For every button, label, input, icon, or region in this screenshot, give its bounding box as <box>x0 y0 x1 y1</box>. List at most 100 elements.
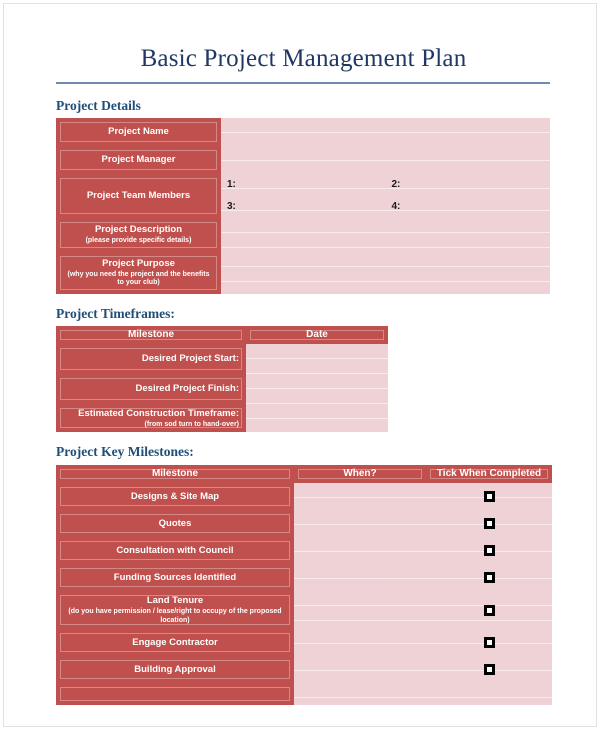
row-label-desired-project-start: Desired Project Start: <box>56 344 246 375</box>
field-input-project-description[interactable] <box>221 217 550 252</box>
field-label-project-team-members: Project Team Members <box>56 173 221 218</box>
ruled-lines <box>294 591 426 630</box>
field-input-team-member-4[interactable]: 4: <box>385 195 550 218</box>
milestone-when-input-funding-sources-identified[interactable] <box>294 564 426 592</box>
milestone-when-input-building-approval[interactable] <box>294 656 426 684</box>
field-label-project-name: Project Name <box>56 117 221 146</box>
milestone-label-hint: (do you have permission / lease/right to… <box>68 607 282 624</box>
title-divider <box>56 81 550 84</box>
ruled-lines <box>294 483 426 511</box>
field-input-team-member-3[interactable]: 3: <box>221 195 386 218</box>
milestone-label-building-approval: Building Approval <box>56 656 294 684</box>
milestone-label-consultation-with-council: Consultation with Council <box>56 537 294 565</box>
checkbox-icon[interactable] <box>426 572 552 584</box>
table-row: Designs & Site Map <box>56 483 552 511</box>
table-row: Project Name <box>56 117 550 146</box>
table-row: Desired Project Start: <box>56 344 388 375</box>
field-label-text: Project Description <box>94 223 183 235</box>
milestone-label-engage-contractor: Engage Contractor <box>56 629 294 657</box>
team-member-number: 3: <box>227 201 236 213</box>
ruled-lines <box>294 683 426 706</box>
milestone-tick-cell-consultation-with-council[interactable] <box>426 537 552 565</box>
field-input-estimated-construction-timeframe-date[interactable] <box>246 404 388 433</box>
checkbox-icon[interactable] <box>426 518 552 530</box>
table-row: Project Manager <box>56 145 550 174</box>
ruled-lines <box>294 629 426 657</box>
milestone-tick-cell-funding-sources-identified[interactable] <box>426 564 552 592</box>
ruled-lines <box>246 404 388 433</box>
milestone-when-input-consultation-with-council[interactable] <box>294 537 426 565</box>
checkbox-icon[interactable] <box>426 604 552 616</box>
row-label-hint: (from sod turn to hand-over) <box>144 420 240 428</box>
milestone-when-input-engage-contractor[interactable] <box>294 629 426 657</box>
team-member-number: 2: <box>391 179 401 191</box>
ruled-lines <box>221 217 550 252</box>
page-title: Basic Project Management Plan <box>140 45 467 72</box>
milestone-tick-cell-quotes[interactable] <box>426 510 552 538</box>
checkbox-icon[interactable] <box>426 664 552 676</box>
field-label-hint: (please provide specific details) <box>85 236 192 244</box>
ruled-lines <box>246 344 388 375</box>
column-header-tick-when-completed: Tick When Completed <box>426 464 552 484</box>
field-label-project-manager: Project Manager <box>56 145 221 174</box>
ruled-lines <box>221 117 550 146</box>
table-row: Funding Sources Identified <box>56 564 552 592</box>
table-header-row: Milestone Date <box>56 325 388 345</box>
project-timeframes-table: Milestone Date Desired Project Start: De… <box>56 325 388 433</box>
section-heading-project-key-milestones: Project Key Milestones: <box>56 444 194 460</box>
row-label-desired-project-finish: Desired Project Finish: <box>56 374 246 405</box>
field-label-project-description: Project Description (please provide spec… <box>56 217 221 252</box>
checkbox-icon[interactable] <box>426 545 552 557</box>
field-label-project-purpose: Project Purpose (why you need the projec… <box>56 251 221 294</box>
milestone-tick-cell-land-tenure[interactable] <box>426 591 552 630</box>
checkbox-icon[interactable] <box>426 491 552 503</box>
cell-inset-border <box>60 687 290 702</box>
checkbox-icon[interactable] <box>426 637 552 649</box>
ruled-lines <box>221 251 550 294</box>
ruled-lines <box>246 374 388 405</box>
team-member-number: 1: <box>227 179 236 191</box>
field-input-project-name[interactable] <box>221 117 550 146</box>
milestone-when-input-land-tenure[interactable] <box>294 591 426 630</box>
milestone-label-land-tenure: Land Tenure (do you have permission / le… <box>56 591 294 630</box>
table-row-partial <box>56 683 552 706</box>
field-input-desired-project-start-date[interactable] <box>246 344 388 375</box>
table-row: Desired Project Finish: <box>56 374 388 405</box>
field-input-project-manager[interactable] <box>221 145 550 174</box>
table-row: Project Team Members 1: 2: <box>56 173 550 218</box>
section-heading-project-timeframes: Project Timeframes: <box>56 305 175 321</box>
field-input-team-member-1[interactable]: 1: <box>221 173 386 196</box>
ruled-lines <box>426 683 552 706</box>
milestone-when-input-designs-site-map[interactable] <box>294 483 426 511</box>
milestone-label-quotes: Quotes <box>56 510 294 538</box>
milestone-when-input-quotes[interactable] <box>294 510 426 538</box>
milestone-tick-cell-designs-site-map[interactable] <box>426 483 552 511</box>
section-heading-project-details: Project Details <box>56 97 141 113</box>
ruled-lines <box>294 510 426 538</box>
field-label-text: Project Purpose <box>102 257 175 269</box>
field-input-desired-project-finish-date[interactable] <box>246 374 388 405</box>
ruled-lines <box>294 656 426 684</box>
column-header-when: When? <box>294 464 426 484</box>
column-header-milestone: Milestone <box>56 325 246 345</box>
ruled-lines <box>294 564 426 592</box>
column-header-date: Date <box>246 325 388 345</box>
milestone-when-input-cutoff[interactable] <box>294 683 426 706</box>
project-details-table: Project Name Project Manager Project Tea… <box>56 117 550 294</box>
row-label-estimated-construction-timeframe: Estimated Construction Timeframe: (from … <box>56 404 246 433</box>
milestone-tick-cell-building-approval[interactable] <box>426 656 552 684</box>
column-header-milestone: Milestone <box>56 464 294 484</box>
table-header-row: Milestone When? Tick When Completed <box>56 464 552 484</box>
milestone-label-designs-site-map: Designs & Site Map <box>56 483 294 511</box>
field-input-team-member-2[interactable]: 2: <box>385 173 550 196</box>
table-row: Land Tenure (do you have permission / le… <box>56 591 552 630</box>
table-row: Project Purpose (why you need the projec… <box>56 251 550 294</box>
field-input-project-purpose[interactable] <box>221 251 550 294</box>
milestone-tick-cell-engage-contractor[interactable] <box>426 629 552 657</box>
document-body: Basic Project Management Plan Project De… <box>56 4 552 706</box>
document-page: Basic Project Management Plan Project De… <box>3 3 597 727</box>
milestone-label-funding-sources-identified: Funding Sources Identified <box>56 564 294 592</box>
table-row: Quotes <box>56 510 552 538</box>
table-row: Project Description (please provide spec… <box>56 217 550 252</box>
milestone-tick-cell-cutoff[interactable] <box>426 683 552 706</box>
